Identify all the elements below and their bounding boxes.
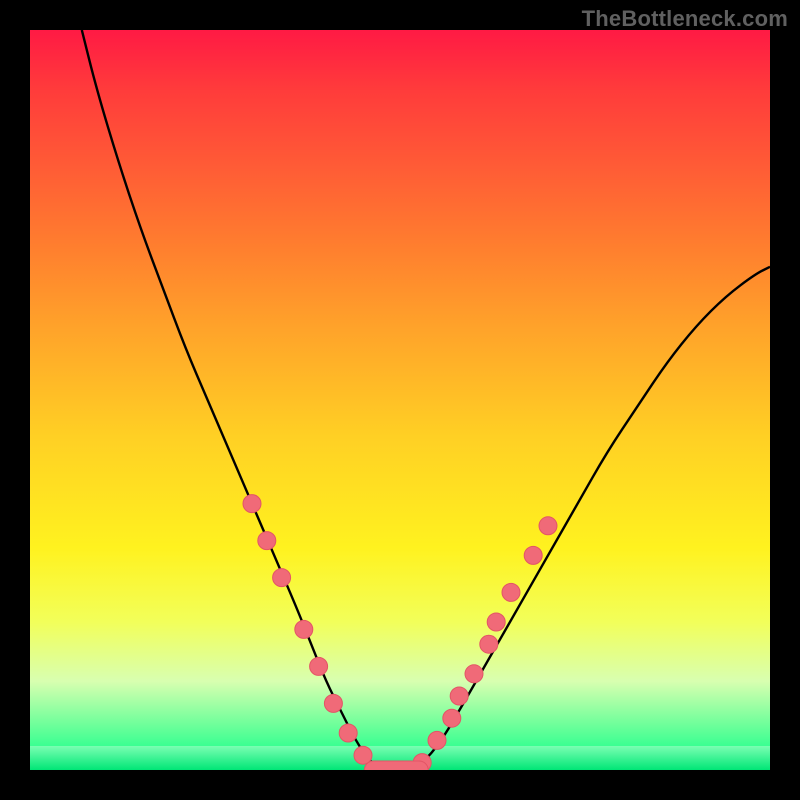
plot-area: [30, 30, 770, 770]
marker-dot: [310, 657, 328, 675]
marker-dot: [443, 709, 461, 727]
marker-dot: [487, 613, 505, 631]
marker-dot: [273, 569, 291, 587]
marker-dot: [480, 635, 498, 653]
flat-region-marker: [364, 761, 428, 770]
marker-dot: [324, 694, 342, 712]
marker-dot: [450, 687, 468, 705]
marker-dot: [465, 665, 483, 683]
marker-dot: [243, 495, 261, 513]
curve-svg: [30, 30, 770, 770]
watermark-text: TheBottleneck.com: [582, 6, 788, 32]
marker-dot: [502, 583, 520, 601]
marker-dot: [524, 546, 542, 564]
bottleneck-curve: [82, 30, 770, 770]
marker-dot: [295, 620, 313, 638]
marker-dot: [428, 731, 446, 749]
marker-dot: [539, 517, 557, 535]
marker-dot: [339, 724, 357, 742]
chart-frame: TheBottleneck.com: [0, 0, 800, 800]
marker-dot: [258, 532, 276, 550]
